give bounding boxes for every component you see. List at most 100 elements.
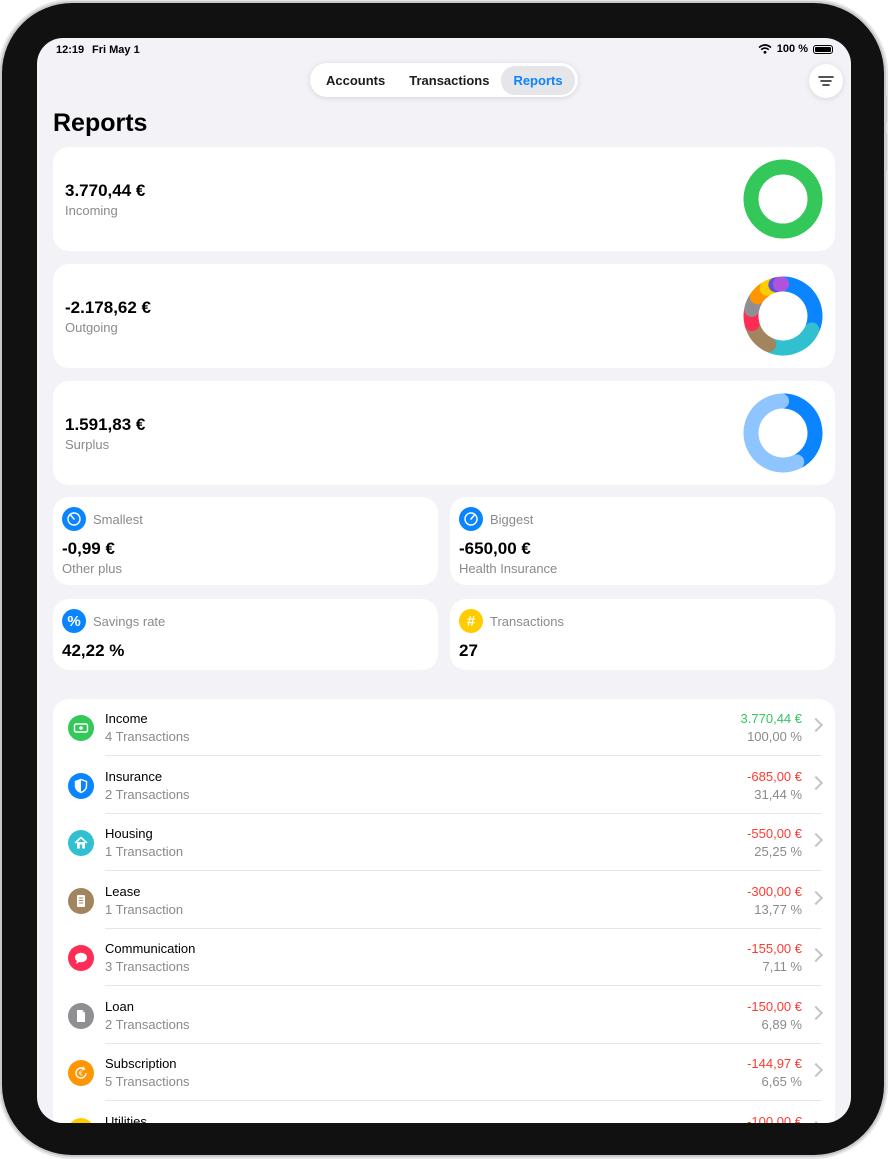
battery-icon bbox=[813, 44, 833, 54]
category-count: 1 Transaction bbox=[105, 901, 184, 917]
category-count: 3 Transactions bbox=[105, 959, 190, 974]
page-icon bbox=[68, 1002, 94, 1029]
category-amount: -550,00 € bbox=[747, 826, 802, 841]
category-row-income[interactable]: Income 4 Transactions 3.770,44 € 100,00 … bbox=[53, 699, 835, 756]
savings-rate-label: Savings rate bbox=[93, 614, 166, 629]
category-row-communication[interactable]: Communication 3 Transactions -155,00 € 7… bbox=[53, 929, 835, 986]
tab-reports[interactable]: Reports bbox=[501, 65, 575, 95]
surplus-amount: 1.591,83 € bbox=[65, 415, 146, 434]
category-row-insurance[interactable]: Insurance 2 Transactions -685,00 € 31,44… bbox=[53, 757, 835, 814]
filter-lines-icon bbox=[818, 76, 834, 86]
hash-icon: # bbox=[459, 609, 483, 633]
category-percent: 31,44 % bbox=[754, 786, 802, 802]
smallest-card[interactable]: Smallest -0,99 € Other plus bbox=[53, 497, 438, 585]
category-count: 2 Transactions bbox=[105, 786, 190, 802]
battery-percent: 100 % bbox=[776, 43, 808, 55]
outgoing-card[interactable]: -2.178,62 € Outgoing bbox=[53, 264, 835, 368]
chevron-right-icon bbox=[808, 1120, 824, 1123]
category-row-loan[interactable]: Loan 2 Transactions -150,00 € 6,89 % bbox=[53, 987, 835, 1044]
smallest-label: Smallest bbox=[93, 512, 143, 527]
document-icon bbox=[68, 887, 94, 914]
donut-segment bbox=[743, 393, 805, 473]
category-list: Income 4 Transactions 3.770,44 € 100,00 … bbox=[53, 699, 835, 1123]
donut-segment bbox=[776, 276, 823, 335]
category-row-subscription[interactable]: € Subscription 5 Transactions -144,97 € … bbox=[53, 1044, 835, 1101]
banknote-icon bbox=[68, 715, 94, 741]
category-amount: -150,00 € bbox=[747, 998, 802, 1014]
category-name: Communication bbox=[105, 941, 196, 956]
category-count: 1 Transaction bbox=[105, 844, 184, 859]
category-row-lease[interactable]: Lease 1 Transaction -300,00 € 13,77 % bbox=[53, 872, 835, 929]
incoming-card[interactable]: 3.770,44 € Incoming bbox=[53, 147, 835, 251]
gauge-high-icon bbox=[459, 507, 483, 531]
volume-down-button bbox=[884, 133, 887, 171]
speech-bubble-icon bbox=[68, 945, 94, 971]
surplus-label: Surplus bbox=[65, 437, 110, 452]
chevron-right-icon bbox=[808, 1005, 824, 1020]
status-bar: 12:19 Fri May 1 100 % bbox=[37, 38, 851, 64]
incoming-amount: 3.770,44 € bbox=[65, 181, 146, 200]
category-name: Subscription bbox=[105, 1056, 177, 1071]
category-count: 4 Transactions bbox=[105, 729, 190, 744]
wifi-icon bbox=[758, 44, 772, 54]
savings-rate-card[interactable]: % Savings rate 42,22 % bbox=[53, 599, 438, 670]
chevron-right-icon bbox=[808, 947, 824, 963]
tab-transactions[interactable]: Transactions bbox=[397, 66, 501, 95]
shield-icon bbox=[68, 772, 94, 799]
smallest-value: -0,99 € bbox=[62, 539, 115, 558]
category-name: Lease bbox=[105, 883, 141, 899]
transactions-value: 27 bbox=[459, 641, 478, 660]
chevron-right-icon bbox=[808, 717, 824, 733]
transactions-label: Transactions bbox=[490, 614, 564, 629]
outgoing-label: Outgoing bbox=[65, 320, 118, 335]
filter-button[interactable] bbox=[809, 64, 843, 98]
status-date: Fri May 1 bbox=[92, 44, 140, 56]
biggest-card[interactable]: Biggest -650,00 € Health Insurance bbox=[450, 497, 835, 585]
svg-text:€: € bbox=[79, 1070, 83, 1078]
incoming-donut-chart bbox=[743, 159, 823, 239]
category-count: 5 Transactions bbox=[105, 1074, 190, 1089]
section-tabs: Accounts Transactions Reports bbox=[310, 63, 578, 97]
category-amount: -300,00 € bbox=[747, 883, 802, 899]
outgoing-donut-chart bbox=[743, 276, 823, 356]
category-name: Insurance bbox=[105, 768, 163, 784]
transactions-card[interactable]: # Transactions 27 bbox=[450, 599, 835, 670]
outgoing-amount: -2.178,62 € bbox=[65, 298, 152, 317]
category-name: Utilities bbox=[105, 1113, 147, 1124]
recurring-euro-icon: € bbox=[68, 1060, 94, 1086]
biggest-sub: Health Insurance bbox=[459, 561, 558, 576]
screen: 12:19 Fri May 1 100 % Accounts Transacti… bbox=[37, 38, 851, 1123]
donut-segment bbox=[763, 322, 820, 356]
incoming-label: Incoming bbox=[65, 203, 118, 218]
donut-segment bbox=[776, 393, 823, 469]
volume-up-button bbox=[884, 95, 887, 123]
percent-icon: % bbox=[62, 609, 86, 633]
category-percent: 7,11 % bbox=[762, 959, 802, 974]
category-amount: -144,97 € bbox=[747, 1056, 802, 1071]
chevron-right-icon bbox=[808, 832, 824, 848]
category-amount: -685,00 € bbox=[747, 768, 802, 784]
category-name: Income bbox=[105, 711, 148, 726]
gauge-low-icon bbox=[62, 507, 86, 531]
category-name: Housing bbox=[105, 826, 153, 841]
category-row-housing[interactable]: Housing 1 Transaction -550,00 € 25,25 % bbox=[53, 814, 835, 871]
savings-rate-value: 42,22 % bbox=[62, 641, 125, 660]
page-title: Reports bbox=[53, 109, 148, 137]
category-amount: 3.770,44 € bbox=[740, 711, 802, 726]
category-amount: -155,00 € bbox=[747, 941, 802, 956]
smallest-sub: Other plus bbox=[62, 561, 122, 576]
chevron-right-icon bbox=[808, 1062, 824, 1078]
category-percent: 13,77 % bbox=[754, 901, 802, 917]
category-percent: 25,25 % bbox=[754, 844, 802, 859]
category-percent: 6,65 % bbox=[761, 1074, 802, 1089]
house-icon bbox=[68, 830, 94, 856]
category-row-utilities[interactable]: Utilities -100,00 € bbox=[53, 1102, 835, 1124]
category-amount: -100,00 € bbox=[747, 1113, 802, 1124]
surplus-card[interactable]: 1.591,83 € Surplus bbox=[53, 381, 835, 485]
status-time: 12:19 bbox=[56, 44, 85, 56]
donut-segment bbox=[743, 159, 823, 239]
tab-accounts[interactable]: Accounts bbox=[314, 66, 397, 95]
chevron-right-icon bbox=[808, 890, 824, 905]
biggest-label: Biggest bbox=[490, 512, 534, 527]
category-percent: 6,89 % bbox=[761, 1016, 802, 1032]
